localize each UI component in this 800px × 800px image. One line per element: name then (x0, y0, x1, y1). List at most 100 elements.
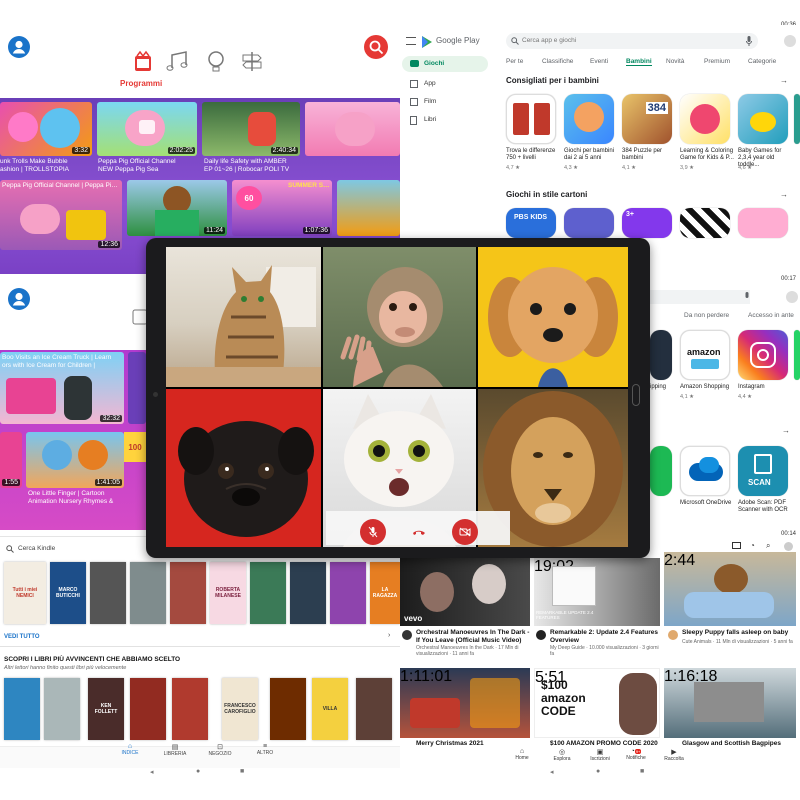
app-icon[interactable] (564, 208, 614, 238)
nav-home[interactable]: ⌂ Home (510, 748, 534, 761)
tab-eventi[interactable]: Eventi (590, 58, 608, 65)
tab-categorie[interactable]: Categorie (748, 58, 776, 65)
video-thumbnail[interactable]: Peppa Pig Official Channel | Peppa Pigs … (0, 180, 122, 250)
video-thumbnail[interactable]: 11:24 (127, 180, 227, 236)
arrow-right-icon[interactable]: → (780, 190, 788, 199)
arrow-right-icon[interactable]: → (780, 76, 788, 85)
tab-accesso[interactable]: Accesso in ante (748, 312, 794, 319)
mute-mic-button[interactable] (360, 519, 386, 545)
profile-icon[interactable] (8, 288, 30, 310)
nav-negozio[interactable]: ⊡ NEGOZIO (200, 743, 240, 757)
learning-icon[interactable] (206, 50, 226, 74)
book-cover[interactable] (270, 678, 306, 740)
book-cover[interactable]: FRANCESCO CAROFIGLIO (222, 678, 258, 740)
book-cover[interactable]: ROBERTA MILANESE (210, 562, 246, 624)
participant-tile-cat[interactable] (166, 247, 321, 387)
search-icon[interactable]: ⌕ (766, 541, 770, 551)
app-icon[interactable] (506, 94, 556, 144)
onedrive-icon[interactable] (680, 446, 730, 496)
sidebar-item-film[interactable]: Film (402, 94, 488, 110)
back-icon[interactable]: ◂ (550, 768, 554, 776)
home-button[interactable] (632, 384, 640, 406)
book-cover[interactable] (44, 678, 80, 740)
participant-tile-pug[interactable] (166, 389, 321, 547)
video-thumbnail[interactable] (305, 102, 400, 156)
mic-icon[interactable] (746, 36, 752, 46)
video-thumbnail[interactable]: SUMMER SPECIAL 60 1:07:36 (232, 180, 332, 236)
video-thumbnail[interactable] (337, 180, 400, 236)
tab-per-te[interactable]: Per te (506, 58, 523, 65)
video-thumbnail[interactable]: 2:02:25 (97, 102, 197, 156)
book-cover[interactable] (330, 562, 366, 624)
nav-altro[interactable]: ≡ ALTRO (245, 743, 285, 756)
app-icon[interactable] (564, 94, 614, 144)
adobe-scan-icon[interactable]: SCAN (738, 446, 788, 496)
shows-icon[interactable] (132, 304, 148, 326)
chevron-right-icon[interactable]: › (388, 632, 390, 639)
recents-icon[interactable]: ■ (240, 768, 244, 775)
see-all-link[interactable]: VEDI TUTTO (4, 634, 40, 640)
channel-avatar[interactable] (536, 630, 546, 640)
nav-notifiche[interactable]: ◔9+ Notifiche (622, 748, 650, 761)
video-thumbnail[interactable]: $100 amazon CODE 5:51 (534, 668, 660, 738)
app-icon[interactable] (680, 208, 730, 238)
participant-tile-puppy[interactable] (478, 247, 628, 387)
tab-da-non-perdere[interactable]: Da non perdere (684, 312, 729, 319)
book-cover[interactable]: KEN FOLLETT (88, 678, 124, 740)
video-thumbnail[interactable]: 3:32 (0, 102, 92, 156)
app-icon[interactable] (650, 330, 672, 380)
video-thumbnail[interactable]: 1:55 (0, 432, 22, 488)
nav-indice[interactable]: ⌂ INDICE (110, 743, 150, 756)
app-icon[interactable] (794, 94, 800, 144)
home-icon[interactable]: ● (196, 768, 200, 775)
app-icon[interactable]: 384 (622, 94, 672, 144)
book-cover[interactable] (130, 562, 166, 624)
instagram-icon[interactable] (738, 330, 788, 380)
avatar[interactable] (786, 291, 798, 303)
app-icon[interactable] (738, 94, 788, 144)
search-input[interactable]: Cerca app e giochi (506, 33, 758, 49)
tab-premium[interactable]: Premium (704, 58, 730, 65)
video-thumbnail[interactable]: 1:41:05 (26, 432, 124, 488)
video-thumbnail[interactable]: 1:11:01 (400, 668, 530, 738)
sidebar-item-app[interactable]: App (402, 76, 488, 92)
nav-esplora[interactable]: ◎ Esplora (550, 748, 574, 762)
back-icon[interactable]: ◂ (150, 768, 154, 776)
book-cover[interactable] (356, 678, 392, 740)
book-cover[interactable]: MARCO BUTICCHI (50, 562, 86, 624)
book-cover[interactable] (4, 678, 40, 740)
video-thumbnail[interactable] (128, 352, 146, 424)
notification-icon[interactable]: ◔ (750, 541, 755, 550)
music-icon[interactable] (166, 50, 190, 72)
participant-tile-monkey[interactable] (323, 247, 476, 387)
book-cover[interactable] (90, 562, 126, 624)
amazon-icon[interactable]: amazon (680, 330, 730, 380)
app-icon[interactable] (794, 330, 800, 380)
camera-off-button[interactable] (452, 519, 478, 545)
book-cover[interactable]: VILLA (312, 678, 348, 740)
video-thumbnail[interactable]: vevo (400, 558, 530, 626)
book-cover[interactable] (250, 562, 286, 624)
end-call-button[interactable] (406, 519, 432, 545)
book-cover[interactable] (170, 562, 206, 624)
video-thumbnail[interactable]: 2:40:34 (202, 102, 300, 156)
app-icon[interactable] (738, 208, 788, 238)
arrow-right-icon[interactable]: → (782, 426, 790, 435)
video-thumbnail[interactable]: Boo Visits an Ice Cream Truck | Learn or… (0, 352, 124, 424)
cast-icon[interactable] (732, 542, 741, 549)
mic-icon[interactable] (744, 292, 750, 302)
explore-icon[interactable] (240, 50, 264, 72)
book-cover[interactable]: Tutti i miei NEMICI (4, 562, 46, 624)
book-cover[interactable] (130, 678, 166, 740)
home-icon[interactable]: ● (596, 768, 600, 775)
recents-icon[interactable]: ■ (640, 768, 644, 775)
tab-bambini[interactable]: Bambini (626, 58, 652, 66)
nav-libreria[interactable]: ▤ LIBRERIA (155, 743, 195, 757)
spotify-icon[interactable] (650, 446, 672, 496)
book-cover[interactable]: LA RAGAZZA (370, 562, 400, 624)
avatar[interactable] (784, 542, 793, 551)
video-thumbnail[interactable]: 2:44 (664, 552, 796, 626)
shows-icon[interactable] (132, 50, 154, 72)
menu-icon[interactable] (406, 37, 416, 45)
video-thumbnail[interactable]: 1:16:18 (664, 668, 796, 738)
